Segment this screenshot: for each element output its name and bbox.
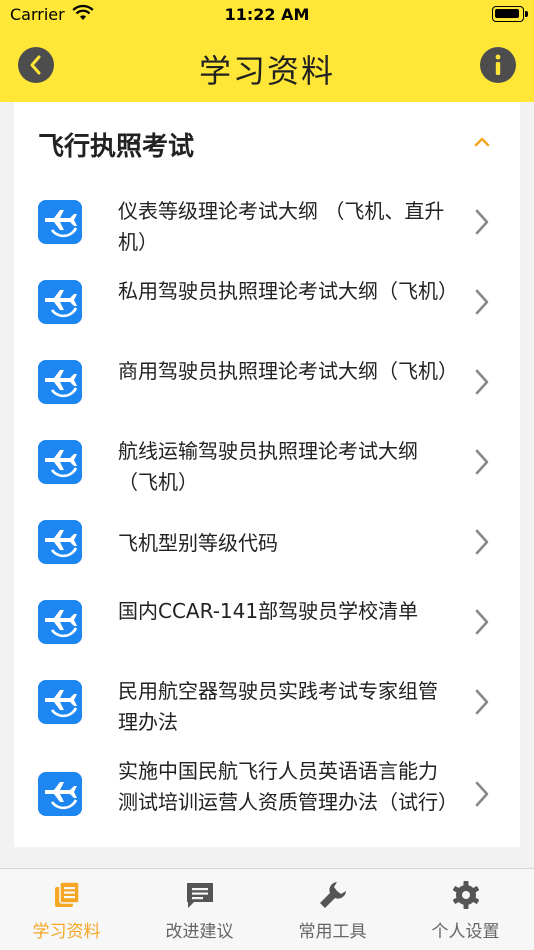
list-item[interactable]: 国内CCAR-141部驾驶员学校清单 [14, 586, 520, 666]
list-item[interactable]: 民用航空器驾驶员实践考试专家组管理办法 [14, 666, 520, 746]
clock: 11:22 AM [224, 5, 310, 24]
airplane-icon [38, 440, 82, 484]
header: Carrier 11:22 AM 学习资料 [0, 0, 534, 102]
list-item-label: 国内CCAR-141部驾驶员学校清单 [118, 599, 419, 623]
list-item-label: 实施中国民航飞行人员英语语言能力测试培训运营人资质管理办法（试行） [118, 759, 458, 814]
tab-settings[interactable]: 个人设置 [399, 869, 532, 950]
list-item-label: 飞机型别等级代码 [118, 531, 278, 555]
message-icon [186, 883, 213, 908]
tab-tools[interactable]: 常用工具 [266, 869, 399, 950]
chevron-right-icon [475, 689, 489, 715]
airplane-icon [38, 280, 82, 324]
chevron-right-icon [475, 369, 489, 395]
chevron-right-icon [475, 529, 489, 555]
list-item[interactable]: 仪表等级理论考试大纲 （飞机、直升机） [14, 186, 520, 266]
tab-label: 个人设置 [431, 922, 500, 942]
tab-label: 常用工具 [298, 922, 367, 942]
tab-label: 改进建议 [165, 922, 234, 942]
airplane-icon [38, 772, 82, 816]
list-item[interactable]: 航线运输驾驶员执照理论考试大纲（飞机） [14, 426, 520, 506]
tab-label: 学习资料 [32, 922, 101, 942]
chevron-right-icon [475, 209, 489, 235]
tab-study-materials[interactable]: 学习资料 [0, 869, 133, 950]
document-list: 仪表等级理论考试大纲 （飞机、直升机） 私用驾驶员执照理论考试大纲（飞机） 商用… [14, 186, 520, 850]
list-item[interactable]: 私用驾驶员执照理论考试大纲（飞机） [14, 266, 520, 346]
airplane-icon [38, 600, 82, 644]
gear-icon [452, 881, 479, 909]
list-item[interactable]: 实施中国民航飞行人员英语语言能力测试培训运营人资质管理办法（试行） [14, 746, 520, 850]
battery-icon [492, 6, 528, 22]
chevron-right-icon [475, 289, 489, 315]
tab-bar: 学习资料 改进建议 常用工具 个人设置 [0, 868, 534, 950]
page-title: 学习资料 [198, 52, 335, 90]
list-item[interactable]: 商用驾驶员执照理论考试大纲（飞机） [14, 346, 520, 426]
book-icon [54, 881, 80, 907]
list-item-label: 私用驾驶员执照理论考试大纲（飞机） [118, 279, 458, 303]
section-header[interactable]: 飞行执照考试 [14, 102, 520, 186]
list-item-label: 民用航空器驾驶员实践考试专家组管理办法 [118, 679, 438, 734]
content-card: 飞行执照考试 仪表等级理论考试大纲 （飞机、直升机） 私用驾驶员执照理论考试大纲… [14, 102, 520, 847]
airplane-icon [38, 200, 82, 244]
chevron-up-icon[interactable] [472, 134, 492, 150]
list-item-label: 仪表等级理论考试大纲 （飞机、直升机） [118, 199, 445, 254]
info-icon [495, 54, 501, 75]
list-item-label: 商用驾驶员执照理论考试大纲（飞机） [118, 359, 458, 383]
list-item[interactable]: 飞机型别等级代码 [14, 506, 520, 586]
airplane-icon [38, 360, 82, 404]
list-item-label: 航线运输驾驶员执照理论考试大纲（飞机） [118, 439, 418, 494]
tab-suggestions[interactable]: 改进建议 [133, 869, 266, 950]
section-title: 飞行执照考试 [38, 132, 195, 162]
chevron-right-icon [475, 449, 489, 475]
status-bar: Carrier 11:22 AM [0, 0, 534, 30]
chevron-right-icon [475, 609, 489, 635]
wrench-icon [319, 882, 346, 908]
chevron-right-icon [475, 781, 489, 807]
navigation-bar: 学习资料 [0, 30, 534, 102]
airplane-icon [38, 680, 82, 724]
info-button[interactable] [480, 47, 516, 83]
airplane-icon [38, 520, 82, 564]
